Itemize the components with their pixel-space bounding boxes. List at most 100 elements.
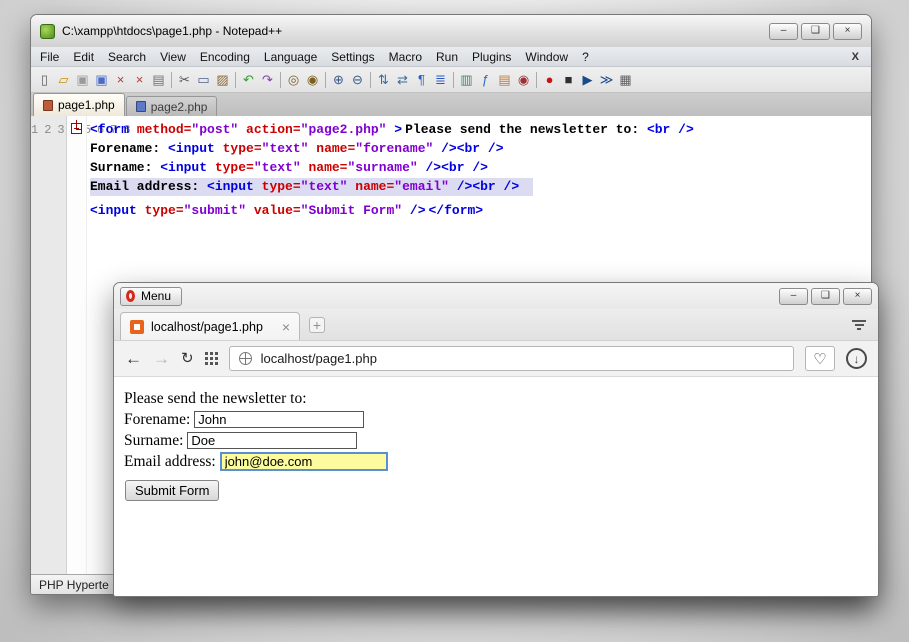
menu-help[interactable]: ? xyxy=(575,47,596,66)
word-wrap-icon[interactable]: ≣ xyxy=(431,70,450,89)
toolbar-separator xyxy=(453,72,454,88)
window-controls: – ❑ × xyxy=(769,23,862,40)
folder-workspace-icon[interactable]: ▤ xyxy=(495,70,514,89)
run-macro-multiple-icon[interactable]: ≫ xyxy=(597,70,616,89)
save-all-icon[interactable]: ▣ xyxy=(92,70,111,89)
code-line[interactable]: <form method="post" action="page2.php" > xyxy=(87,122,402,137)
doc-icon xyxy=(43,100,53,111)
maximize-button[interactable]: ❑ xyxy=(811,288,840,305)
monitoring-icon[interactable]: ◉ xyxy=(514,70,533,89)
undo-icon[interactable]: ↶ xyxy=(239,70,258,89)
close-doc-icon[interactable]: × xyxy=(111,70,130,89)
doc-map-icon[interactable]: ▥ xyxy=(457,70,476,89)
copy-icon[interactable]: ▭ xyxy=(194,70,213,89)
menu-file[interactable]: File xyxy=(33,47,66,66)
code-line[interactable]: Surname: <input type="text" name="surnam… xyxy=(87,160,488,175)
code-line[interactable] xyxy=(483,203,486,218)
download-icon[interactable]: ↓ xyxy=(846,348,867,369)
cut-icon[interactable]: ✂ xyxy=(175,70,194,89)
surname-label: Surname: xyxy=(124,432,183,450)
bookmark-heart-icon[interactable]: ♡ xyxy=(805,346,835,371)
menu-plugins[interactable]: Plugins xyxy=(465,47,518,66)
close-all-docs-icon[interactable]: × xyxy=(130,70,149,89)
fold-margin xyxy=(67,116,87,574)
record-macro-icon[interactable]: ● xyxy=(540,70,559,89)
toolbar-separator xyxy=(370,72,371,88)
code-line[interactable]: Email address: <input type="text" name="… xyxy=(87,179,533,194)
menu-encoding[interactable]: Encoding xyxy=(193,47,257,66)
menu-macro[interactable]: Macro xyxy=(382,47,429,66)
maximize-button[interactable]: ❑ xyxy=(801,23,830,40)
reload-icon[interactable]: ↻ xyxy=(181,350,194,367)
redo-icon[interactable]: ↷ xyxy=(258,70,277,89)
find-icon[interactable]: ◎ xyxy=(284,70,303,89)
email-input[interactable] xyxy=(220,452,388,471)
save-icon[interactable]: ▣ xyxy=(73,70,92,89)
menu-edit[interactable]: Edit xyxy=(66,47,101,66)
menu-language[interactable]: Language xyxy=(257,47,324,66)
back-icon[interactable]: ← xyxy=(125,350,142,367)
browser-tab[interactable]: localhost/page1.php × xyxy=(120,312,300,340)
replace-icon[interactable]: ◉ xyxy=(303,70,322,89)
notepad-window-title: C:\xampp\htdocs\page1.php - Notepad++ xyxy=(62,24,762,38)
submit-form-button[interactable]: Submit Form xyxy=(125,480,219,501)
paste-icon[interactable]: ▨ xyxy=(213,70,232,89)
doc-icon xyxy=(136,101,146,112)
forename-input[interactable] xyxy=(194,411,364,428)
menu-search[interactable]: Search xyxy=(101,47,153,66)
close-button[interactable]: × xyxy=(843,288,872,305)
notepad-toolbar: ▯▱▣▣××▤✂▭▨↶↷◎◉⊕⊖⇅⇄¶≣▥ƒ▤◉●■▶≫▦ xyxy=(31,67,871,93)
code-line[interactable]: Forename: <input type="text" name="foren… xyxy=(87,141,504,156)
menu-run[interactable]: Run xyxy=(429,47,465,66)
code-line[interactable]: <input type="submit" value="Submit Form"… xyxy=(87,203,426,218)
tab-close-icon[interactable]: × xyxy=(274,320,290,334)
line-number: 1 xyxy=(31,123,44,137)
new-tab-button[interactable]: + xyxy=(309,317,325,333)
print-icon[interactable]: ▤ xyxy=(149,70,168,89)
menu-settings[interactable]: Settings xyxy=(324,47,381,66)
browser-navbar: ← → ↻ localhost/page1.php ♡ ↓ xyxy=(114,341,878,377)
toolbar-separator xyxy=(536,72,537,88)
statusbar-doctype-label: PHP Hyperte xyxy=(39,578,109,592)
tab-label: page1.php xyxy=(58,98,115,112)
newsletter-form: Forename: Surname: Email address: xyxy=(124,409,868,472)
notepad-tabbar: page1.php page2.php xyxy=(31,93,871,116)
close-button[interactable]: × xyxy=(833,23,862,40)
speed-dial-icon[interactable] xyxy=(205,352,218,365)
browser-titlebar[interactable]: Menu – ❑ × xyxy=(114,283,878,309)
forename-label: Forename: xyxy=(124,411,190,429)
stop-macro-icon[interactable]: ■ xyxy=(559,70,578,89)
new-file-icon[interactable]: ▯ xyxy=(35,70,54,89)
globe-icon xyxy=(239,352,252,365)
code-line[interactable]: </form> xyxy=(426,203,484,218)
open-folder-icon[interactable]: ▱ xyxy=(54,70,73,89)
menu-window[interactable]: Window xyxy=(518,47,575,66)
sync-scroll-horizontal-icon[interactable]: ⇄ xyxy=(393,70,412,89)
tab-page2-php[interactable]: page2.php xyxy=(126,96,218,116)
show-all-characters-icon[interactable]: ¶ xyxy=(412,70,431,89)
browser-menu-button[interactable]: Menu xyxy=(120,287,182,306)
tab-favicon-icon xyxy=(130,320,144,334)
menu-items: FileEditSearchViewEncodingLanguageSettin… xyxy=(33,47,596,66)
code-line[interactable]: Please send the newsletter to: <br /> xyxy=(402,122,694,137)
form-row-email: Email address: xyxy=(124,451,868,472)
play-macro-icon[interactable]: ▶ xyxy=(578,70,597,89)
zoom-out-icon[interactable]: ⊖ xyxy=(348,70,367,89)
menubar-close-icon[interactable]: X xyxy=(842,51,869,63)
tab-menu-icon[interactable] xyxy=(852,320,866,330)
address-bar[interactable]: localhost/page1.php xyxy=(229,346,794,371)
tab-page1-php[interactable]: page1.php xyxy=(33,93,125,116)
surname-input[interactable] xyxy=(187,432,357,449)
address-text[interactable]: localhost/page1.php xyxy=(261,351,377,366)
minimize-button[interactable]: – xyxy=(779,288,808,305)
toolbar-separator xyxy=(325,72,326,88)
function-list-icon[interactable]: ƒ xyxy=(476,70,495,89)
save-macro-icon[interactable]: ▦ xyxy=(616,70,635,89)
notepad-titlebar[interactable]: C:\xampp\htdocs\page1.php - Notepad++ – … xyxy=(31,15,871,47)
line-number-gutter: 12345678 xyxy=(31,116,67,574)
minimize-button[interactable]: – xyxy=(769,23,798,40)
email-label: Email address: xyxy=(124,453,216,471)
zoom-in-icon[interactable]: ⊕ xyxy=(329,70,348,89)
menu-view[interactable]: View xyxy=(153,47,193,66)
sync-scroll-vertical-icon[interactable]: ⇅ xyxy=(374,70,393,89)
